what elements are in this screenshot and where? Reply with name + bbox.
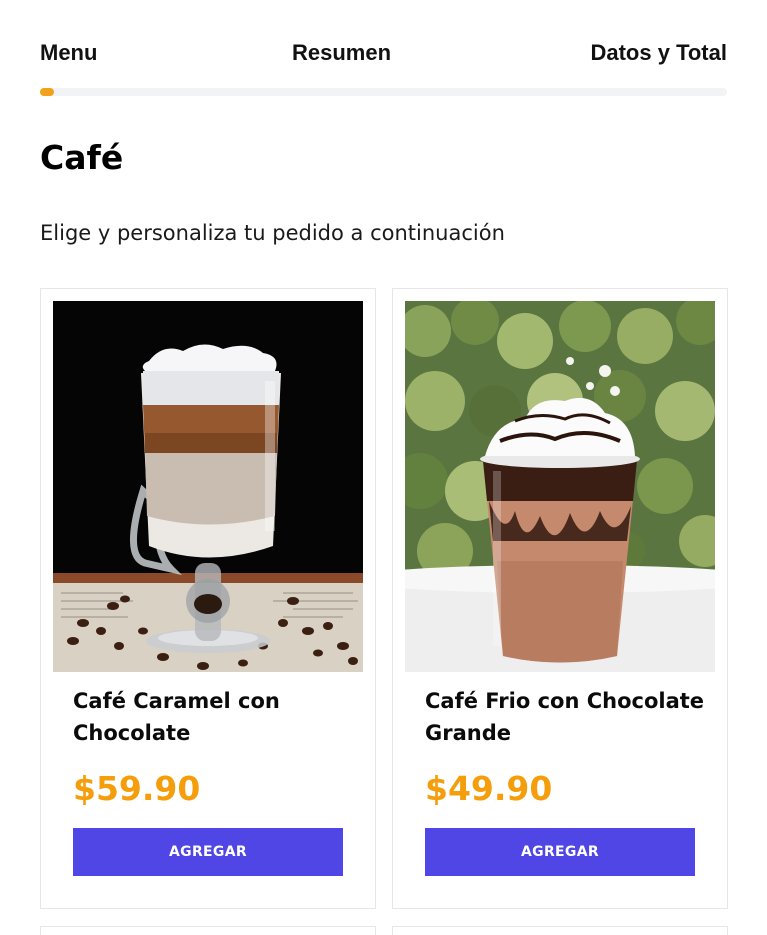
product-price: $49.90 bbox=[425, 769, 553, 808]
product-price: $59.90 bbox=[73, 769, 201, 808]
progress-fill bbox=[40, 88, 54, 96]
product-name: Café Frio con Chocolate Grande bbox=[425, 689, 705, 745]
page-subtitle: Elige y personaliza tu pedido a continua… bbox=[40, 221, 505, 245]
step-datos-total[interactable]: Datos y Total bbox=[590, 40, 727, 66]
add-to-order-button[interactable]: AGREGAR bbox=[425, 828, 695, 876]
step-resumen[interactable]: Resumen bbox=[292, 40, 391, 66]
product-image bbox=[53, 301, 363, 672]
add-to-order-button[interactable]: AGREGAR bbox=[73, 828, 343, 876]
product-card-partial bbox=[392, 926, 728, 935]
product-image bbox=[405, 301, 715, 672]
page-title: Café bbox=[40, 138, 124, 177]
checkout-steps: Menu Resumen Datos y Total bbox=[40, 40, 727, 70]
iced-chocolate-photo bbox=[405, 301, 715, 672]
product-name: Café Caramel con Chocolate bbox=[73, 689, 280, 745]
layered-latte-photo bbox=[53, 301, 363, 672]
progress-bar bbox=[40, 88, 727, 96]
product-card: Café Caramel con Chocolate $59.90 AGREGA… bbox=[40, 288, 376, 909]
product-card-partial bbox=[40, 926, 376, 935]
step-menu[interactable]: Menu bbox=[40, 40, 97, 66]
product-card: Café Frio con Chocolate Grande $49.90 AG… bbox=[392, 288, 728, 909]
